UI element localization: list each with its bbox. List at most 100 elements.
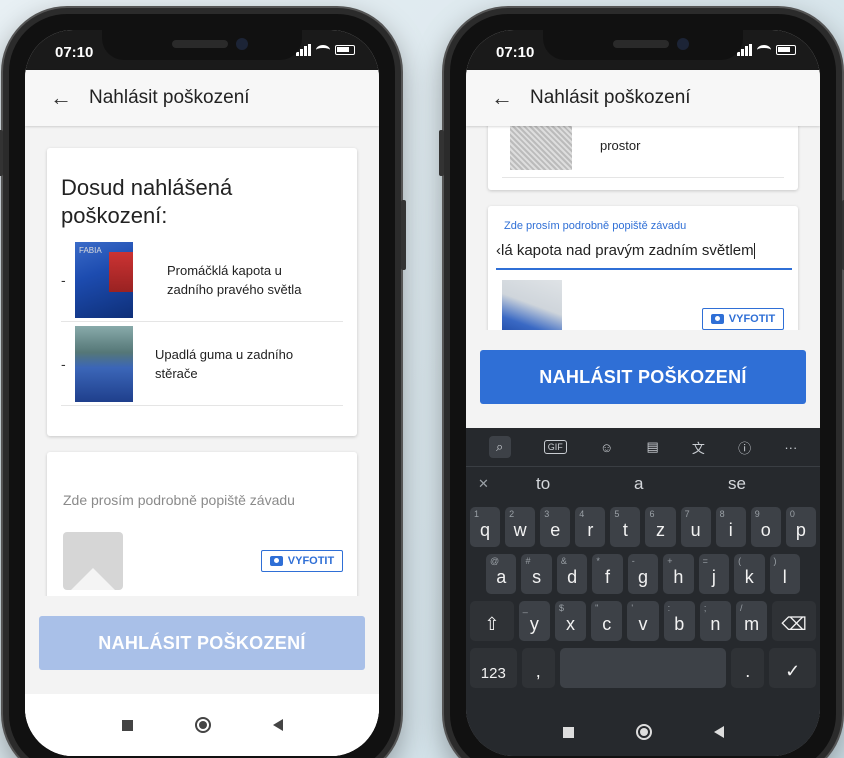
list-item[interactable]: - Upadlá guma u zadního stěrače xyxy=(61,322,343,406)
key-label: b xyxy=(674,614,685,634)
new-report-card: Zde prosím podrobně popiště závadu ‹lá k… xyxy=(488,206,798,346)
shift-key[interactable]: ⇧ xyxy=(470,601,514,641)
search-icon[interactable]: ⌕ xyxy=(488,436,511,458)
status-time: 07:10 xyxy=(496,44,535,61)
key-label: m xyxy=(744,614,760,634)
period-key[interactable]: . xyxy=(731,648,765,688)
page-title: Nahlásit poškození xyxy=(530,87,691,108)
key-h[interactable]: + h xyxy=(663,554,694,594)
key-label: v xyxy=(638,614,648,634)
comma-key[interactable]: , xyxy=(521,648,555,688)
take-photo-button[interactable]: VYFOTIT xyxy=(702,308,784,330)
submit-button[interactable]: NAHLÁSIT POŠKOZENÍ xyxy=(480,350,806,404)
key-d[interactable]: & d xyxy=(556,554,588,594)
space-key[interactable] xyxy=(559,648,727,688)
key-w[interactable]: 2w xyxy=(505,507,536,547)
home-icon[interactable] xyxy=(194,717,211,733)
key-u[interactable]: 7u xyxy=(680,507,711,547)
key-a[interactable]: @ a xyxy=(486,554,517,594)
take-photo-label: VYFOTIT xyxy=(287,555,335,567)
wifi-icon xyxy=(757,45,771,55)
key-c[interactable]: " c xyxy=(591,601,623,641)
gif-icon[interactable]: GIF xyxy=(543,440,567,454)
damage-photo xyxy=(75,241,133,318)
key-r[interactable]: 4r xyxy=(575,507,606,547)
key-row-3: ⇧ _ y $ x " c ' v: b; n / m ⌫ xyxy=(466,601,820,641)
description-input[interactable]: Zde prosím podrobně popiště závadu xyxy=(63,492,295,508)
description-value: ‹lá kapota nad pravým zadním světlem xyxy=(496,242,754,259)
status-time: 07:10 xyxy=(55,44,94,61)
key-x[interactable]: $ x xyxy=(554,601,587,641)
back-icon[interactable] xyxy=(272,719,283,731)
key-b[interactable]: :b xyxy=(663,601,695,641)
numbers-key[interactable]: 123 xyxy=(470,648,517,688)
text-cursor xyxy=(753,243,755,260)
status-icons xyxy=(296,44,355,56)
clipboard-icon[interactable]: ▤ xyxy=(646,439,658,455)
back-arrow-icon[interactable]: ← xyxy=(478,85,526,111)
app-bar: ← Nahlásit poškození xyxy=(25,70,379,126)
key-label: n xyxy=(710,614,721,634)
key-z[interactable]: 6z xyxy=(645,507,676,547)
key-m[interactable]: / m xyxy=(736,601,768,641)
enter-key[interactable]: ✓ xyxy=(769,648,817,688)
damage-photo xyxy=(502,280,562,336)
more-icon[interactable]: ··· xyxy=(784,440,797,455)
key-hint: 0 xyxy=(789,509,795,519)
key-l[interactable]: ) l xyxy=(769,554,800,594)
key-e[interactable]: 3e xyxy=(540,507,571,547)
key-hint: 4 xyxy=(579,509,585,519)
suggestion[interactable]: to xyxy=(536,474,550,494)
list-item[interactable]: - Promáčklá kapota u zadního pravého svě… xyxy=(61,238,343,322)
backspace-key[interactable]: ⌫ xyxy=(772,601,816,641)
key-j[interactable]: = j xyxy=(698,554,730,594)
phone-left: 07:10 ← Nahlásit poškození Dosud nahláše… xyxy=(0,8,406,758)
reported-damages-card: prostor xyxy=(488,116,798,190)
key-s[interactable]: # s xyxy=(521,554,552,594)
suggestion-strip: ✕ to a se xyxy=(466,466,820,500)
home-icon[interactable] xyxy=(635,724,652,740)
suggestion[interactable]: se xyxy=(728,474,746,494)
key-f[interactable]: * f xyxy=(592,554,623,594)
key-v[interactable]: ' v xyxy=(627,601,659,641)
recents-icon[interactable] xyxy=(562,726,574,738)
key-hint: : xyxy=(667,603,671,613)
submit-label: NAHLÁSIT POŠKOZENÍ xyxy=(539,366,747,387)
camera-icon xyxy=(710,314,724,324)
key-p[interactable]: 0p xyxy=(785,507,816,547)
take-photo-label: VYFOTIT xyxy=(728,313,776,325)
key-g[interactable]: -g xyxy=(627,554,659,594)
key-label: s xyxy=(532,567,542,587)
suggestion[interactable]: a xyxy=(634,474,643,494)
key-n[interactable]: ; n xyxy=(699,601,732,641)
system-nav-bar xyxy=(466,708,820,756)
notch xyxy=(102,30,302,60)
translate-icon[interactable]: 文 xyxy=(692,438,705,457)
sticker-icon[interactable]: ☺ xyxy=(600,440,613,455)
take-photo-button[interactable]: VYFOTIT xyxy=(261,550,343,572)
submit-button[interactable]: NAHLÁSIT POŠKOZENÍ xyxy=(39,616,365,670)
key-y[interactable]: _ y xyxy=(518,601,550,641)
back-icon[interactable] xyxy=(713,726,724,738)
recents-icon[interactable] xyxy=(121,719,133,731)
key-label: u xyxy=(690,520,701,540)
info-icon[interactable]: ⓘ xyxy=(738,438,751,457)
key-hint: + xyxy=(667,556,673,566)
key-hint: 5 xyxy=(614,509,620,519)
key-o[interactable]: 9o xyxy=(750,507,781,547)
description-input[interactable]: ‹lá kapota nad pravým zadním světlem xyxy=(496,242,792,270)
key-t[interactable]: 5t xyxy=(610,507,641,547)
damage-photo xyxy=(75,325,133,402)
key-hint: ; xyxy=(703,603,707,613)
key-i[interactable]: 8i xyxy=(715,507,746,547)
key-label: e xyxy=(550,520,561,540)
back-arrow-icon[interactable]: ← xyxy=(37,85,85,111)
key-q[interactable]: 1q xyxy=(470,507,501,547)
key-label: r xyxy=(587,520,594,540)
collapse-icon[interactable]: ✕ xyxy=(478,476,489,492)
key-label: d xyxy=(567,567,578,587)
battery-icon xyxy=(335,45,355,55)
wifi-icon xyxy=(316,45,330,55)
app-bar: ← Nahlásit poškození xyxy=(466,70,820,126)
key-k[interactable]: (k xyxy=(734,554,765,594)
